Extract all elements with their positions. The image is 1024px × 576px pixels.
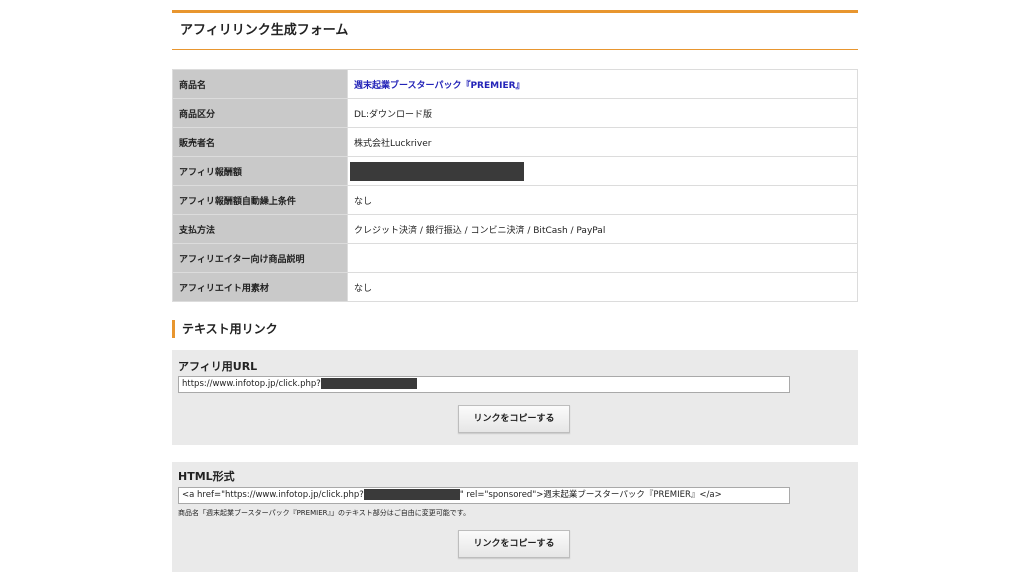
info-label: 支払方法: [172, 214, 348, 244]
info-label: 販売者名: [172, 127, 348, 157]
html-format-note: 商品名「週末起業ブースターパック『PREMIER』」のテキスト部分はご自由に変更…: [178, 509, 471, 517]
info-value: 株式会社Luckriver: [347, 127, 858, 157]
info-label: アフィリエイター向け商品説明: [172, 243, 348, 273]
info-value: 週末起業ブースターパック『PREMIER』: [347, 69, 858, 99]
affiliate-url-value: https://www.infotop.jp/click.php?: [182, 379, 321, 389]
info-row: アフィリ報酬額: [172, 156, 858, 186]
info-row: アフィリ報酬額自動繰上条件 なし: [172, 185, 858, 215]
form-header: アフィリリンク生成フォーム: [172, 10, 858, 50]
product-name-link[interactable]: 週末起業ブースターパック『PREMIER』: [354, 81, 525, 91]
info-row: 商品区分 DL:ダウンロード版: [172, 98, 858, 128]
affiliate-url-panel: アフィリ用URL https://www.infotop.jp/click.ph…: [172, 350, 858, 445]
info-value: [347, 243, 858, 273]
info-value: DL:ダウンロード版: [347, 98, 858, 128]
copy-url-button[interactable]: リンクをコピーする: [458, 405, 570, 433]
html-format-title: HTML形式: [178, 470, 235, 483]
info-value-text: なし: [354, 283, 373, 294]
redacted-value: [350, 161, 524, 181]
copy-html-button[interactable]: リンクをコピーする: [458, 530, 570, 558]
title-underline: [172, 49, 858, 50]
info-value: [347, 156, 858, 186]
info-row: 支払方法 クレジット決済 / 銀行振込 / コンビニ決済 / BitCash / …: [172, 214, 858, 244]
info-value: なし: [347, 185, 858, 215]
info-row: 商品名 週末起業ブースターパック『PREMIER』: [172, 69, 858, 99]
section-heading-text-link: テキスト用リンク: [172, 320, 278, 338]
info-row: アフィリエイト用素材 なし: [172, 272, 858, 302]
product-info-table: 商品名 週末起業ブースターパック『PREMIER』 商品区分 DL:ダウンロード版 販売…: [172, 69, 858, 302]
info-label: 商品区分: [172, 98, 348, 128]
html-format-panel: HTML形式 <a href="https://www.infotop.jp/c…: [172, 462, 858, 572]
form-title: アフィリリンク生成フォーム: [180, 23, 349, 38]
redacted-id: [363, 489, 460, 500]
info-row: 販売者名 株式会社Luckriver: [172, 127, 858, 157]
redacted-id: [320, 378, 417, 389]
info-value: なし: [347, 272, 858, 302]
html-code-prefix: <a href="https://www.infotop.jp/click.ph…: [182, 490, 364, 500]
html-code-suffix: " rel="sponsored">週末起業ブースターパック『PREMIER』<…: [459, 490, 722, 500]
info-value-text: 株式会社Luckriver: [354, 138, 432, 149]
info-label: アフィリ報酬額: [172, 156, 348, 186]
info-row: アフィリエイター向け商品説明: [172, 243, 858, 273]
affiliate-url-title: アフィリ用URL: [178, 360, 258, 373]
affiliate-url-field[interactable]: https://www.infotop.jp/click.php?: [178, 376, 790, 393]
html-code-field[interactable]: <a href="https://www.infotop.jp/click.ph…: [178, 487, 790, 504]
info-value-text: クレジット決済 / 銀行振込 / コンビニ決済 / BitCash / PayP…: [354, 225, 606, 236]
info-value-text: DL:ダウンロード版: [354, 109, 432, 120]
info-label: アフィリエイト用素材: [172, 272, 348, 302]
info-value: クレジット決済 / 銀行振込 / コンビニ決済 / BitCash / PayP…: [347, 214, 858, 244]
info-label: 商品名: [172, 69, 348, 99]
info-value-text: なし: [354, 196, 373, 207]
info-label: アフィリ報酬額自動繰上条件: [172, 185, 348, 215]
